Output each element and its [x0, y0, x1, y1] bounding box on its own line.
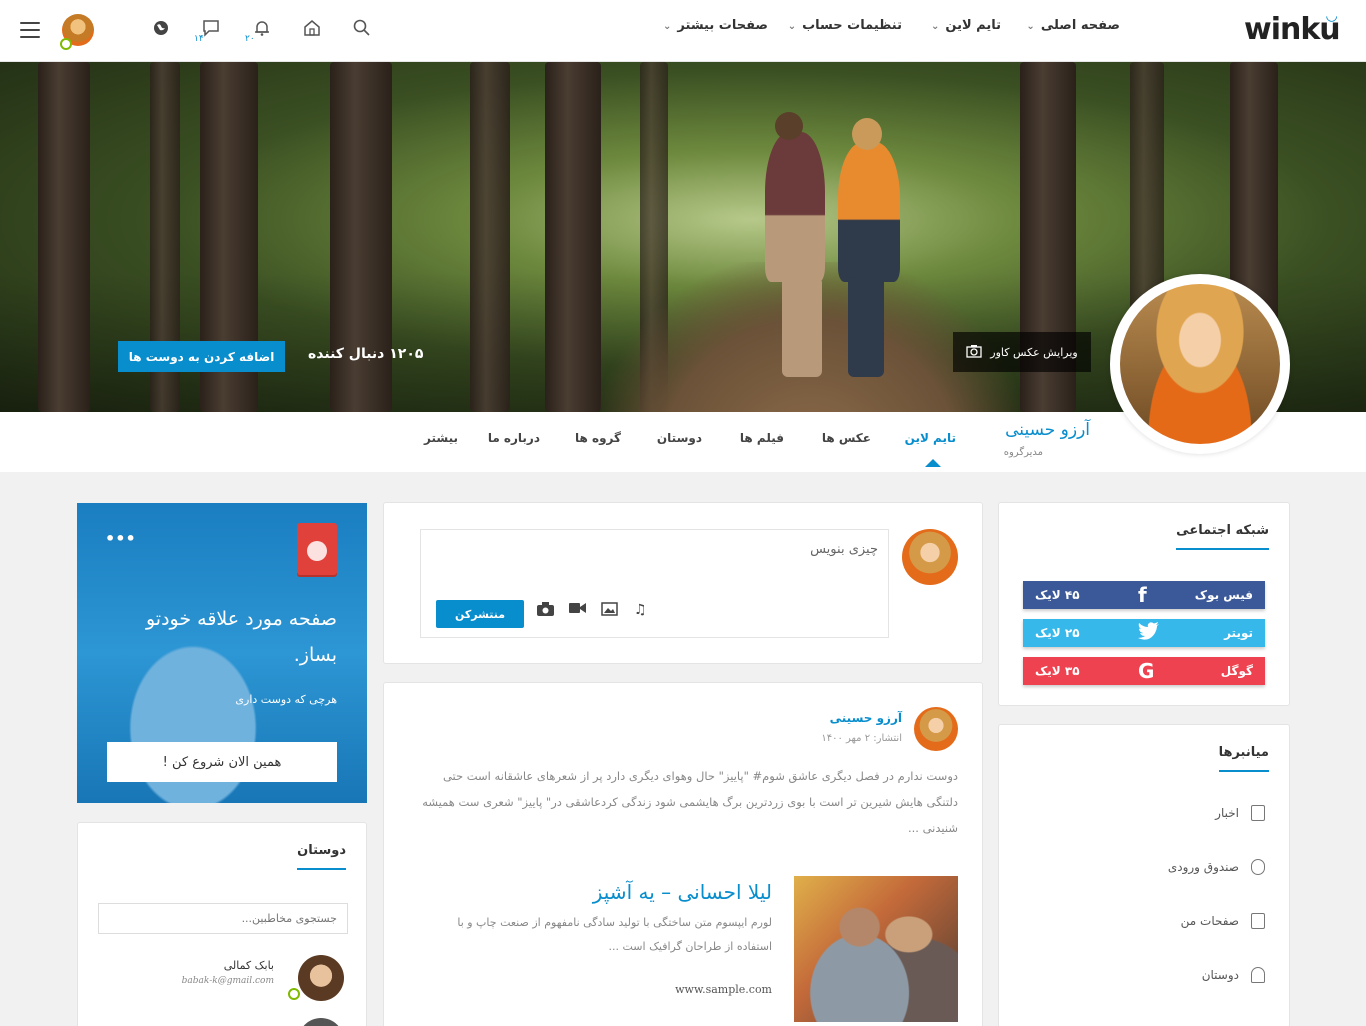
shortcuts-widget: میانبرها اخبار صندوق ورودی صفحات من دوست…	[998, 724, 1290, 1026]
post-link-url[interactable]: www.sample.com	[675, 983, 772, 996]
composer-placeholder: چیزی بنویس	[810, 542, 878, 557]
composer-avatar	[902, 529, 958, 585]
post-author-name[interactable]: آرزو حسینی	[830, 711, 902, 725]
camera-icon	[966, 344, 982, 361]
tab-videos[interactable]: فیلم ها	[740, 431, 784, 445]
nav-account-settings-label: تنظیمات حساب	[802, 18, 902, 33]
start-now-button[interactable]: همین الان شروع کن !	[107, 742, 337, 782]
chevron-down-icon: ⌄	[787, 21, 797, 32]
twitter-link[interactable]: تویتر ۲۵ لایک	[1023, 619, 1265, 647]
top-header: winku ◡ صفحه اصلی ⌄ تایم لاین ⌄ تنظیمات حس…	[0, 0, 1366, 62]
active-tab-indicator	[925, 459, 941, 467]
nav-more-pages[interactable]: صفحات بیشتر ⌄	[663, 18, 768, 33]
facebook-likes: ۴۵ لایک	[1035, 588, 1080, 602]
post-author-avatar[interactable]	[914, 707, 958, 751]
music-icon[interactable]: ♫	[634, 602, 647, 618]
facebook-label: فیس بوک	[1194, 588, 1253, 602]
online-status-dot	[60, 38, 72, 50]
online-status-dot	[288, 988, 300, 1000]
mouse-icon	[1251, 859, 1265, 875]
post-date: انتشار: ۲ مهر ۱۴۰۰	[821, 733, 902, 744]
tab-photos[interactable]: عکس ها	[822, 431, 871, 445]
shortcut-news[interactable]: اخبار	[1215, 805, 1265, 821]
post-link-description: لورم ایپسوم متن ساختگی با تولید سادگی نا…	[457, 916, 772, 953]
promo-subtitle: هرچی که دوست داری	[235, 693, 337, 706]
google-link[interactable]: گوگل G ۳۵ لایک	[1023, 657, 1265, 685]
messages-count: ۱۴	[194, 34, 204, 44]
tab-more[interactable]: بیشتر	[424, 431, 458, 445]
nav-timeline[interactable]: تایم لاین ⌄	[931, 18, 1001, 33]
nav-home[interactable]: صفحه اصلی ⌄	[1026, 18, 1120, 33]
post-link-image[interactable]	[794, 876, 958, 1022]
twitter-icon	[1138, 621, 1160, 645]
shortcut-news-label: اخبار	[1215, 806, 1239, 820]
facebook-link[interactable]: فیس بوک f ۴۵ لایک	[1023, 581, 1265, 609]
post-body: دوست ندارم در فصل دیگری عاشق شوم# "پاییز…	[422, 769, 958, 835]
twitter-likes: ۲۵ لایک	[1035, 626, 1080, 640]
profile-picture[interactable]	[1110, 274, 1290, 454]
twitter-label: تویتر	[1224, 626, 1253, 640]
nav-account-settings[interactable]: تنظیمات حساب ⌄	[788, 18, 902, 33]
promo-title: صفحه مورد علاقه خودتو بساز.	[145, 608, 337, 666]
friend-avatar[interactable]	[298, 955, 344, 1001]
logo-drop-icon: ◡	[1326, 8, 1337, 24]
tab-timeline[interactable]: تایم لاین	[905, 431, 956, 445]
video-icon[interactable]	[569, 602, 586, 618]
site-logo[interactable]: winku ◡	[1244, 8, 1344, 47]
image-icon[interactable]	[601, 602, 618, 620]
facebook-icon: f	[1138, 583, 1147, 607]
globe-icon[interactable]	[147, 14, 175, 42]
friend-avatar[interactable]	[298, 1018, 344, 1026]
more-options-icon[interactable]: •••	[105, 529, 136, 548]
friends-widget-title: دوستان	[297, 843, 346, 870]
book-icon	[297, 523, 337, 575]
contact-search-input[interactable]	[98, 903, 348, 934]
nav-more-pages-label: صفحات بیشتر	[677, 18, 768, 33]
shortcut-inbox[interactable]: صندوق ورودی	[1168, 859, 1265, 875]
google-likes: ۳۵ لایک	[1035, 664, 1080, 678]
home-icon[interactable]	[298, 14, 326, 42]
followers-count: ۱۲۰۵ دنبال کننده	[308, 346, 424, 362]
shortcut-my-pages[interactable]: صفحات من	[1181, 913, 1265, 929]
shortcut-friends[interactable]: دوستان	[1202, 967, 1265, 983]
add-friend-button[interactable]: اضافه کردن به دوست ها	[118, 341, 285, 372]
google-label: گوگل	[1220, 664, 1253, 678]
friend-email: babak-k@gmail.com	[181, 976, 274, 986]
edit-cover-button[interactable]: ویرایش عکس کاور	[953, 332, 1091, 372]
chevron-down-icon: ⌄	[663, 21, 672, 32]
post-composer: چیزی بنویس ♫ منتشرکن	[383, 502, 983, 664]
user-icon	[1251, 967, 1265, 983]
edit-cover-label: ویرایش عکس کاور	[990, 345, 1078, 359]
composer-textarea[interactable]: چیزی بنویس ♫ منتشرکن	[420, 529, 889, 638]
pages-icon	[1251, 913, 1265, 929]
publish-button[interactable]: منتشرکن	[436, 600, 524, 628]
tab-groups[interactable]: گروه ها	[575, 431, 621, 445]
tab-friends[interactable]: دوستان	[657, 431, 702, 445]
post-link-title[interactable]: لیلا احسانی – یه آشپز	[593, 880, 772, 904]
social-widget-title: شبکه اجتماعی	[1176, 523, 1269, 550]
menu-icon[interactable]	[20, 22, 40, 38]
shortcut-inbox-label: صندوق ورودی	[1167, 860, 1239, 874]
shortcut-friends-label: دوستان	[1201, 968, 1239, 982]
search-icon[interactable]	[348, 14, 376, 42]
profile-role: مدیرگروه	[1003, 447, 1043, 458]
friend-name[interactable]: بابک کمالی	[224, 959, 274, 972]
timeline-post: آرزو حسینی انتشار: ۲ مهر ۱۴۰۰ دوست ندارم…	[383, 682, 983, 1026]
google-icon: G	[1138, 659, 1155, 683]
chevron-down-icon: ⌄	[1026, 21, 1035, 32]
friends-widget: دوستان بابک کمالی babak-k@gmail.com	[77, 822, 367, 1026]
camera-icon[interactable]	[537, 602, 554, 620]
notifications-count: ۲۰	[245, 34, 255, 44]
social-networks-widget: شبکه اجتماعی فیس بوک f ۴۵ لایک تویتر ۲۵ …	[998, 502, 1290, 706]
tab-about[interactable]: درباره ما	[488, 431, 540, 445]
chevron-down-icon: ⌄	[930, 21, 940, 32]
nav-home-label: صفحه اصلی	[1040, 18, 1120, 33]
shortcuts-widget-title: میانبرها	[1218, 745, 1269, 772]
shortcut-my-pages-label: صفحات من	[1180, 914, 1239, 928]
create-page-promo: ••• صفحه مورد علاقه خودتو بساز. هرچی که …	[77, 503, 367, 803]
clipboard-icon	[1251, 805, 1265, 821]
profile-name: آرزو حسینی	[1005, 420, 1090, 440]
nav-timeline-label: تایم لاین	[945, 18, 1001, 33]
